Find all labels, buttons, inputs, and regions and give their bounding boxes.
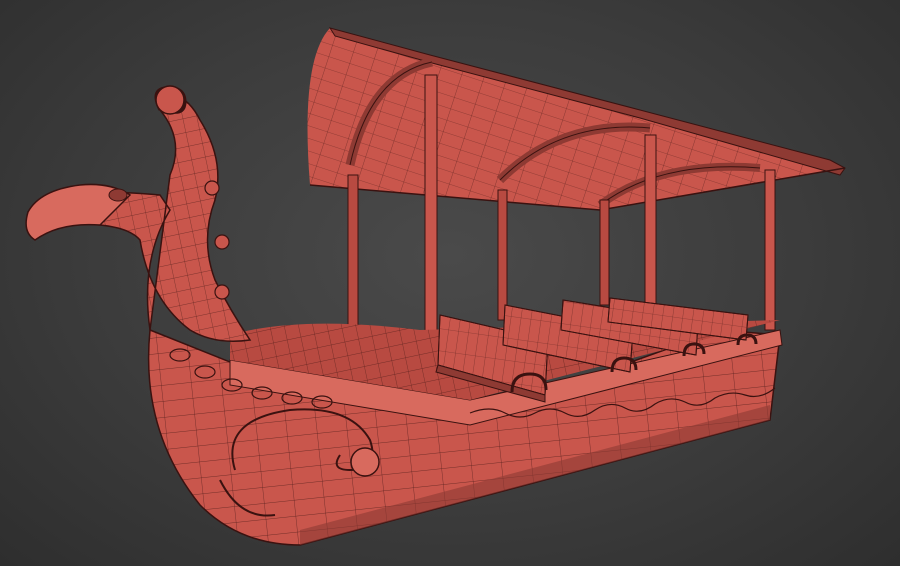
post bbox=[497, 189, 508, 321]
post bbox=[347, 174, 359, 336]
figurehead-curl bbox=[204, 180, 220, 196]
canopy bbox=[307, 27, 846, 211]
figurehead bbox=[25, 85, 252, 342]
figurehead-curl bbox=[214, 284, 230, 300]
boat-scene bbox=[25, 27, 846, 546]
figurehead-eye bbox=[108, 188, 128, 202]
viewport-3d[interactable] bbox=[0, 0, 900, 566]
post bbox=[764, 169, 776, 331]
post bbox=[599, 199, 610, 306]
figurehead-curl bbox=[214, 234, 230, 250]
hull-roundel bbox=[350, 447, 380, 477]
